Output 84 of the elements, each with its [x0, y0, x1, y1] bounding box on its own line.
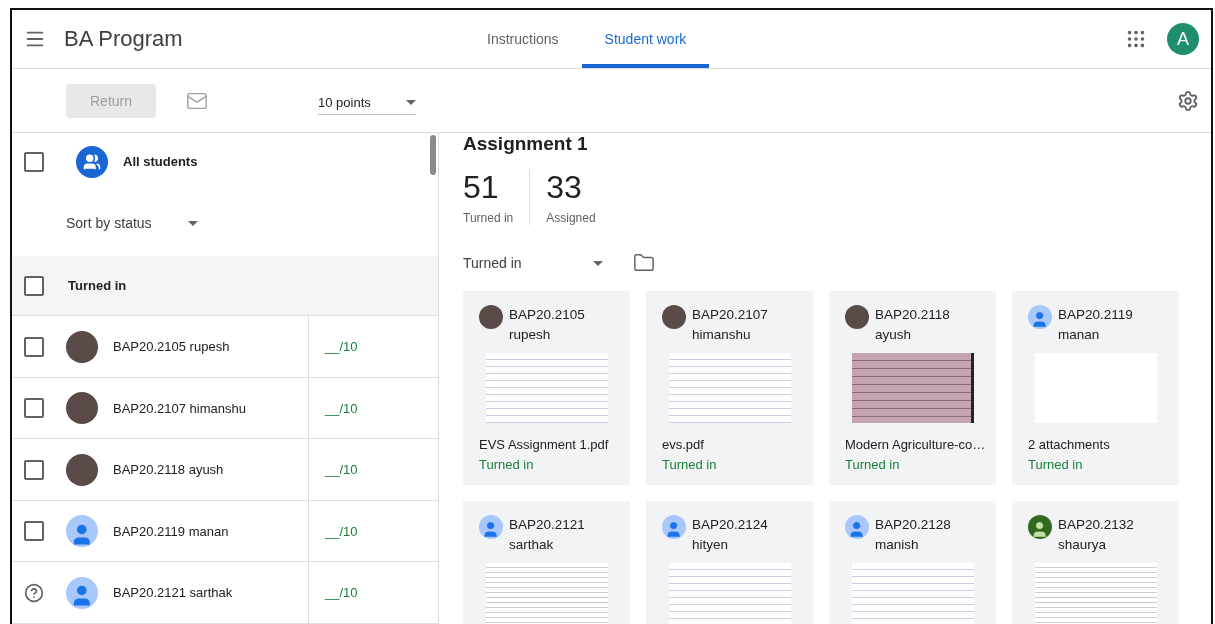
sort-dropdown[interactable]: Sort by status [66, 215, 198, 232]
group-icon [76, 145, 108, 178]
submission-card[interactable]: BAP20.2119 manan 2 attachments Turned in [1012, 291, 1179, 485]
student-name: ayush [875, 326, 913, 344]
submission-card[interactable]: BAP20.2121 sarthak [463, 501, 630, 624]
student-name: BAP20.2121 sarthak [113, 585, 233, 601]
submission-card[interactable]: BAP20.2132 shaurya [1012, 501, 1179, 624]
student-id: BAP20.2124 [692, 516, 768, 534]
caret-icon [406, 99, 416, 105]
tab[interactable]: Instructions [464, 10, 582, 68]
default-avatar-icon [845, 515, 869, 539]
student-name: shaurya [1058, 536, 1108, 554]
file-name: Modern Agriculture-co… [845, 437, 986, 452]
student-id: BAP20.2119 [1058, 306, 1133, 324]
checkbox[interactable] [24, 459, 44, 480]
student-name: BAP20.2118 ayush [113, 462, 224, 478]
avatar-photo-placeholder [66, 330, 98, 363]
default-avatar-icon [479, 515, 503, 539]
avatar-photo-placeholder [479, 305, 503, 329]
assignment-title: Assignment 1 [463, 133, 589, 155]
student-name: manan [1058, 326, 1101, 344]
group-heading: Turned in [68, 278, 127, 294]
grade-field[interactable]: __/10 [325, 400, 358, 416]
default-avatar-icon [66, 515, 98, 548]
submission-card[interactable]: BAP20.2105 rupesh EVS Assignment 1.pdf Turned in [463, 291, 630, 485]
default-avatar-icon [66, 576, 98, 609]
all-students-label: All students [123, 154, 198, 170]
checkbox[interactable] [24, 275, 44, 296]
submission-card[interactable]: BAP20.2118 ayush Modern Agriculture-co… Turned in [829, 291, 996, 485]
student-name: manish [875, 536, 920, 554]
scrollbar-thumb[interactable] [430, 135, 436, 175]
student-name: BAP20.2119 manan [113, 523, 229, 539]
avatar-photo-placeholder [845, 305, 869, 329]
student-name: sarthak [509, 536, 555, 554]
student-id: BAP20.2132 [1058, 516, 1134, 534]
file-name: 2 attachments [1028, 437, 1111, 452]
course-title: BA Program [64, 26, 184, 52]
student-name: himanshu [692, 326, 752, 344]
account-avatar[interactable]: A [1167, 23, 1199, 55]
status-filter-dropdown[interactable]: Turned in [463, 255, 603, 271]
grade-field[interactable]: __/10 [325, 523, 358, 539]
student-name: BAP20.2105 rupesh [113, 339, 230, 355]
checkbox[interactable] [24, 336, 44, 357]
submission-status: Turned in [479, 457, 535, 472]
grade-field[interactable]: __/10 [325, 462, 358, 478]
file-name: evs.pdf [662, 437, 705, 452]
submission-status: Turned in [1028, 457, 1084, 472]
student-name: hityen [692, 536, 730, 554]
checkbox[interactable] [24, 151, 44, 172]
grade-field[interactable]: __/10 [325, 339, 358, 355]
help-icon[interactable] [24, 582, 44, 603]
submission-card[interactable]: BAP20.2107 himanshu evs.pdf Turned in [646, 291, 813, 485]
submission-status: Turned in [845, 457, 901, 472]
caret-icon [593, 260, 603, 266]
student-name: rupesh [509, 326, 552, 344]
checkbox[interactable] [24, 521, 44, 542]
student-id: BAP20.2121 [509, 516, 585, 534]
avatar-photo-placeholder [662, 305, 686, 329]
default-avatar-icon [1028, 515, 1052, 539]
folder-icon[interactable] [633, 252, 655, 274]
submission-status: Turned in [662, 457, 718, 472]
checkbox[interactable] [24, 398, 44, 419]
apps-grid-icon[interactable] [1125, 28, 1147, 50]
settings-icon[interactable] [1177, 89, 1199, 112]
points-dropdown[interactable]: 10 points [318, 86, 416, 115]
stat-label: Turned in [463, 211, 514, 225]
student-id: BAP20.2118 [875, 306, 950, 324]
grade-field[interactable]: __/10 [325, 585, 358, 601]
file-name: EVS Assignment 1.pdf [479, 437, 610, 452]
default-avatar-icon [1028, 305, 1052, 329]
stat-value: 51 [463, 169, 500, 205]
caret-icon [187, 220, 198, 226]
student-id: BAP20.2107 [692, 306, 768, 324]
student-id: BAP20.2105 [509, 306, 585, 324]
submission-card[interactable]: BAP20.2124 hityen [646, 501, 813, 624]
stat-label: Assigned [546, 211, 596, 225]
submission-card[interactable]: BAP20.2128 manish [829, 501, 996, 624]
avatar-photo-placeholder [66, 392, 98, 425]
tab[interactable]: Student work [581, 10, 710, 68]
default-avatar-icon [662, 515, 686, 539]
stat-value: 33 [546, 169, 583, 205]
avatar-photo-placeholder [66, 453, 98, 486]
student-id: BAP20.2128 [875, 516, 951, 534]
student-name: BAP20.2107 himanshu [113, 400, 246, 416]
